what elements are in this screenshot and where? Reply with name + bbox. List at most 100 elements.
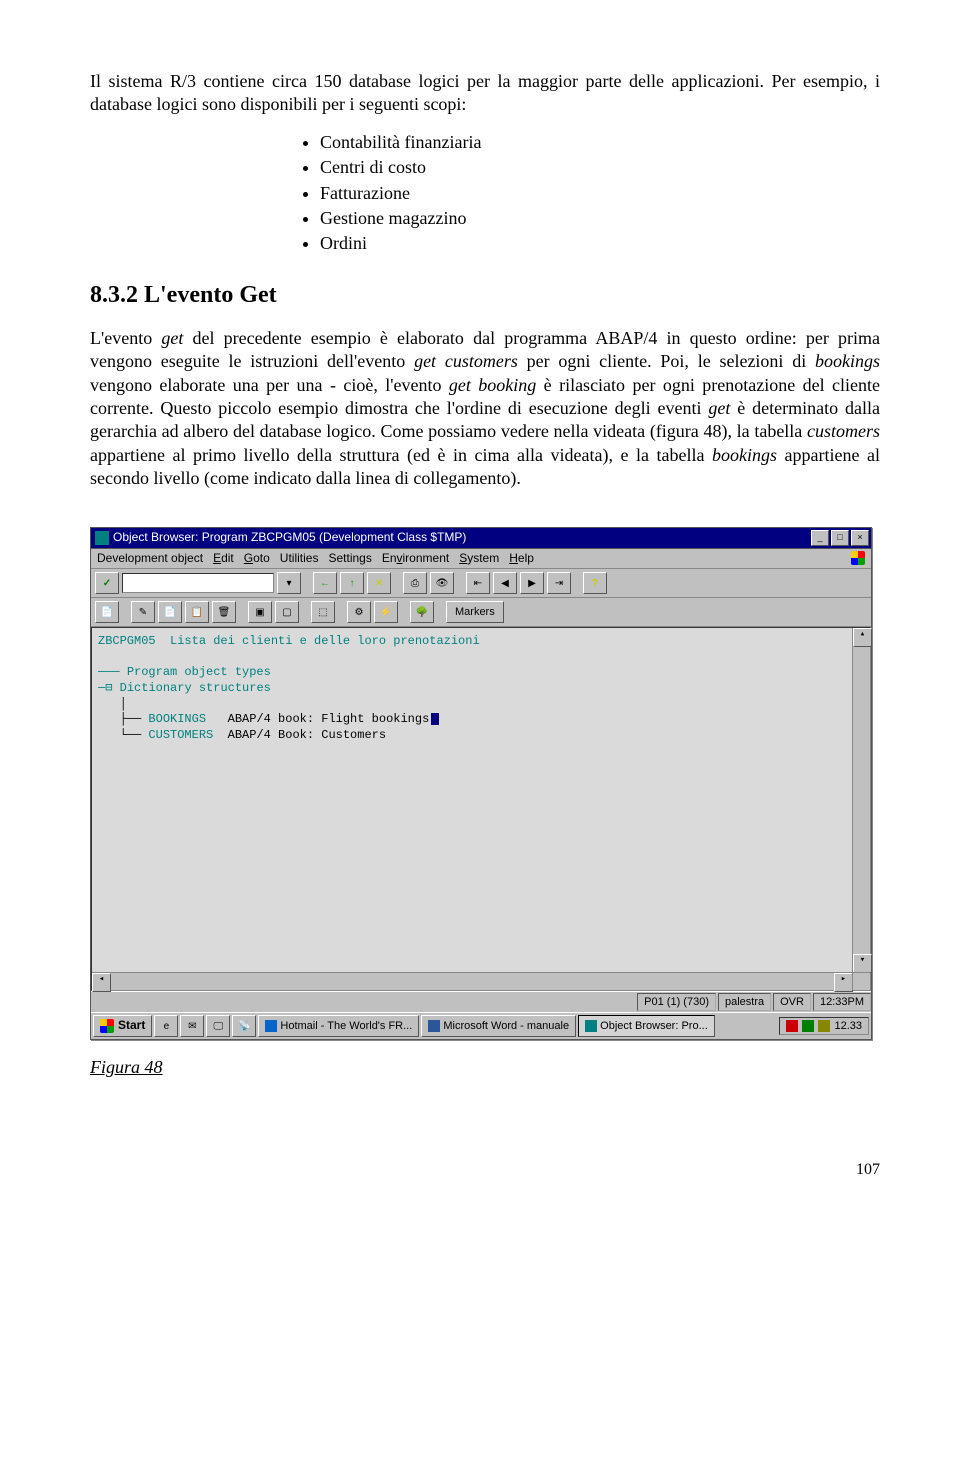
start-button[interactable]: Start: [93, 1015, 152, 1037]
menu-goto[interactable]: Goto: [244, 551, 270, 567]
test-button[interactable]: ⚙: [347, 601, 371, 623]
italic-term: get booking: [449, 375, 536, 395]
menu-settings[interactable]: Settings: [328, 551, 371, 567]
page-number: 107: [90, 1160, 880, 1181]
menu-development-object[interactable]: Development object: [97, 551, 203, 567]
sap-window: Object Browser: Program ZBCPGM05 (Develo…: [90, 527, 872, 1041]
menu-edit[interactable]: Edit: [213, 551, 234, 567]
body-paragraph: L'evento get del precedente esempio è el…: [90, 327, 880, 491]
list-item: Ordini: [320, 232, 880, 255]
figure-caption: Figura 48: [90, 1056, 880, 1079]
italic-term: get customers: [414, 351, 518, 371]
sap-logo-icon: [851, 551, 865, 565]
close-button[interactable]: ×: [851, 530, 869, 546]
markers-button[interactable]: Markers: [446, 601, 504, 623]
window-title: Object Browser: Program ZBCPGM05 (Develo…: [113, 530, 809, 546]
windows-taskbar: Start e ✉ 🖵 📡 Hotmail - The World's FR..…: [91, 1012, 871, 1039]
list-item: Centri di costo: [320, 156, 880, 179]
quicklaunch-desktop-icon[interactable]: 🖵: [206, 1015, 230, 1037]
figure-48: Object Browser: Program ZBCPGM05 (Develo…: [90, 527, 880, 1080]
menu-utilities[interactable]: Utilities: [280, 551, 319, 567]
back-button[interactable]: ←: [313, 572, 337, 594]
app-icon: [95, 531, 109, 545]
text-cursor: [431, 713, 439, 725]
list-item: Fatturazione: [320, 182, 880, 205]
status-system: P01 (1) (730): [637, 993, 716, 1011]
window-titlebar[interactable]: Object Browser: Program ZBCPGM05 (Develo…: [91, 528, 871, 549]
activate-button[interactable]: ⚡: [374, 601, 398, 623]
italic-term: bookings: [815, 351, 880, 371]
delete-button[interactable]: 🗑: [212, 601, 236, 623]
expand-button[interactable]: ▣: [248, 601, 272, 623]
task-word[interactable]: Microsoft Word - manuale: [421, 1015, 576, 1037]
copy-button[interactable]: 📋: [185, 601, 209, 623]
display-button[interactable]: 📄: [95, 601, 119, 623]
scroll-left-icon[interactable]: ◂: [92, 973, 111, 992]
word-icon: [428, 1020, 440, 1032]
quicklaunch-outlook-icon[interactable]: ✉: [180, 1015, 204, 1037]
command-field[interactable]: [122, 573, 274, 593]
sap-icon: [585, 1020, 597, 1032]
scope-list: Contabilità finanziaria Centri di costo …: [90, 131, 880, 256]
tree-node[interactable]: ─── Program object types: [98, 665, 864, 681]
task-hotmail[interactable]: Hotmail - The World's FR...: [258, 1015, 419, 1037]
tray-clock: 12.33: [834, 1019, 862, 1033]
tree-button[interactable]: 🌳: [410, 601, 434, 623]
standard-toolbar: ✓ ▾ ← ↑ ✕ ⎙ 👁 ⇤ ◀ ▶ ⇥ ?: [91, 569, 871, 598]
quicklaunch-ie-icon[interactable]: e: [154, 1015, 178, 1037]
status-time: 12:33PM: [813, 993, 871, 1011]
status-server: palestra: [718, 993, 771, 1011]
italic-term: bookings: [712, 445, 777, 465]
italic-term: get: [161, 328, 183, 348]
status-mode: OVR: [773, 993, 811, 1011]
prev-page-button[interactable]: ◀: [493, 572, 517, 594]
up-button[interactable]: ↑: [340, 572, 364, 594]
task-object-browser[interactable]: Object Browser: Pro...: [578, 1015, 715, 1037]
menu-system[interactable]: System: [459, 551, 499, 567]
exit-button[interactable]: ✕: [367, 572, 391, 594]
change-button[interactable]: ✎: [131, 601, 155, 623]
collapse-button[interactable]: ▢: [275, 601, 299, 623]
tree-leaf-customers[interactable]: └── CUSTOMERS ABAP/4 Book: Customers: [98, 728, 864, 744]
system-tray[interactable]: 12.33: [779, 1017, 869, 1035]
dropdown-button[interactable]: ▾: [277, 572, 301, 594]
next-page-button[interactable]: ▶: [520, 572, 544, 594]
tree-view-area: ZBCPGM05 Lista dei clienti e delle loro …: [91, 627, 871, 991]
tray-volume-icon[interactable]: [818, 1020, 830, 1032]
scroll-corner: [852, 972, 870, 990]
help-button[interactable]: ?: [583, 572, 607, 594]
tree-node-expanded[interactable]: ─⊟ Dictionary structures: [98, 681, 864, 697]
vertical-scrollbar[interactable]: ▴ ▾: [852, 628, 870, 973]
ie-icon: [265, 1020, 277, 1032]
tray-icon[interactable]: [802, 1020, 814, 1032]
menu-environment[interactable]: Environment: [382, 551, 449, 567]
scroll-right-icon[interactable]: ▸: [834, 973, 853, 992]
scroll-up-icon[interactable]: ▴: [853, 628, 872, 647]
ok-button[interactable]: ✓: [95, 572, 119, 594]
app-toolbar: 📄 ✎ 📄 📋 🗑 ▣ ▢ ⬚ ⚙ ⚡ 🌳 Markers: [91, 598, 871, 627]
intro-paragraph: Il sistema R/3 contiene circa 150 databa…: [90, 70, 880, 117]
menu-help[interactable]: Help: [509, 551, 534, 567]
tray-icon[interactable]: [786, 1020, 798, 1032]
italic-term: get: [708, 398, 730, 418]
maximize-button[interactable]: □: [831, 530, 849, 546]
italic-term: customers: [807, 421, 880, 441]
menu-bar: Development object Edit Goto Utilities S…: [91, 549, 871, 570]
where-used-button[interactable]: ⬚: [311, 601, 335, 623]
create-button[interactable]: 📄: [158, 601, 182, 623]
quicklaunch-channels-icon[interactable]: 📡: [232, 1015, 256, 1037]
find-button[interactable]: 👁: [430, 572, 454, 594]
windows-logo-icon: [100, 1019, 114, 1033]
print-button[interactable]: ⎙: [403, 572, 427, 594]
list-item: Contabilità finanziaria: [320, 131, 880, 154]
list-item: Gestione magazzino: [320, 207, 880, 230]
first-page-button[interactable]: ⇤: [466, 572, 490, 594]
last-page-button[interactable]: ⇥: [547, 572, 571, 594]
section-heading: 8.3.2 L'evento Get: [90, 280, 880, 311]
horizontal-scrollbar[interactable]: ◂ ▸: [92, 972, 853, 990]
tree-root[interactable]: ZBCPGM05 Lista dei clienti e delle loro …: [98, 634, 864, 650]
minimize-button[interactable]: _: [811, 530, 829, 546]
status-bar: P01 (1) (730) palestra OVR 12:33PM: [91, 991, 871, 1012]
scroll-down-icon[interactable]: ▾: [853, 954, 872, 973]
tree-leaf-bookings[interactable]: ├── BOOKINGS ABAP/4 book: Flight booking…: [98, 712, 864, 728]
